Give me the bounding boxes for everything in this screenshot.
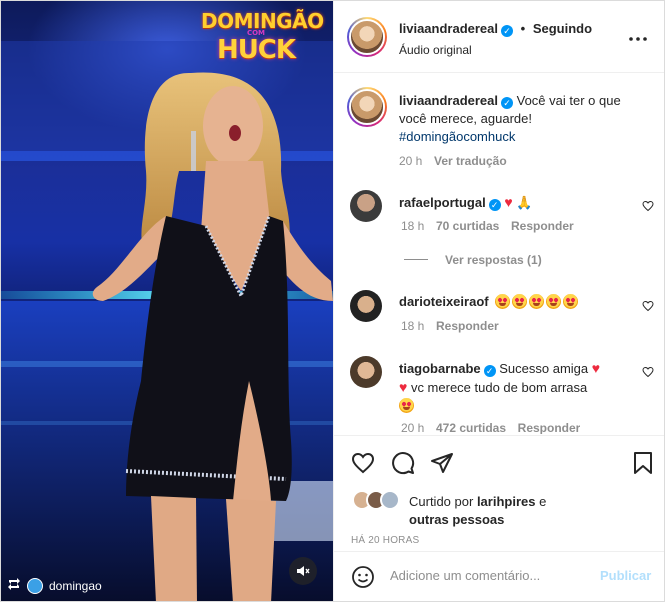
liked-by-prefix: Curtido por	[409, 494, 474, 509]
caption-hashtag[interactable]: #domingãocomhuck	[399, 129, 515, 144]
post-header: liviaandradereal ✓ • Seguindo Áudio origi…	[334, 1, 664, 73]
view-replies-button[interactable]: Ver respostas (1)	[445, 253, 542, 267]
reply-button[interactable]: Responder	[518, 421, 581, 434]
verified-badge-icon: ✓	[488, 199, 501, 211]
red-heart-emoji: ♥	[591, 360, 601, 376]
comment-username[interactable]: darioteixeiraof	[399, 294, 489, 309]
author-avatar[interactable]	[347, 17, 387, 57]
emoji-smiley-icon[interactable]	[351, 565, 375, 589]
share-paper-plane-icon[interactable]	[430, 451, 454, 475]
comment-3: tiagobarnabe ✓ Sucesso amiga ♥ ♥ vc merec…	[399, 359, 631, 415]
comment-text-part2: vc merece tudo de bom arrasa	[410, 380, 588, 395]
caption-username[interactable]: liviaandradereal	[399, 93, 498, 108]
comment-input[interactable]: Adicione um comentário...	[390, 568, 590, 583]
speaker-muted-icon	[297, 566, 310, 576]
show-logo: DOMINGÃO COM HUCK	[201, 9, 324, 65]
verified-badge-icon: ✓	[501, 25, 513, 37]
repost-attribution[interactable]: domingao	[7, 577, 102, 594]
more-options-icon[interactable]	[626, 29, 650, 49]
comment-1-meta: 18 h 70 curtidas Responder	[401, 218, 574, 233]
heart-eyes-emoji	[546, 294, 562, 309]
reply-button[interactable]: Responder	[436, 319, 499, 333]
comment-like-heart-icon[interactable]	[642, 200, 654, 212]
following-button[interactable]: Seguindo	[533, 21, 592, 36]
comment-3-meta: 20 h 472 curtidas Responder	[401, 420, 580, 434]
reply-button[interactable]: Responder	[511, 219, 574, 233]
repost-account: domingao	[49, 578, 102, 593]
comment-avatar-rafaelportugal[interactable]	[350, 190, 382, 222]
comment-icon[interactable]	[391, 451, 415, 475]
comment-2: darioteixeiraof	[399, 293, 580, 311]
comment-2-meta: 18 h Responder	[401, 318, 499, 333]
comment-time[interactable]: 18 h	[401, 319, 424, 333]
heart-outline-icon[interactable]	[351, 451, 375, 475]
comment-1: rafaelportugal ✓ ♥ 🙏	[399, 193, 532, 212]
comment-time[interactable]: 18 h	[401, 219, 424, 233]
comment-username[interactable]: rafaelportugal	[399, 195, 486, 210]
comment-username[interactable]: tiagobarnabe	[399, 361, 481, 376]
comment-likes[interactable]: 472 curtidas	[436, 421, 506, 434]
liked-by-user[interactable]: larihpires	[477, 494, 536, 509]
comment-likes[interactable]: 70 curtidas	[436, 219, 499, 233]
logo-line-1: DOMINGÃO	[201, 9, 324, 33]
post-timestamp[interactable]: HÁ 20 HORAS	[351, 535, 419, 546]
replies-line	[404, 259, 428, 260]
bookmark-icon[interactable]	[632, 451, 654, 475]
separator-dot: •	[520, 21, 526, 36]
publish-button[interactable]: Publicar	[600, 568, 651, 583]
video-frame-illustration	[1, 41, 333, 601]
post-details-panel: liviaandradereal ✓ • Seguindo Áudio origi…	[333, 1, 664, 601]
mute-button[interactable]	[289, 557, 317, 585]
red-heart-emoji: ♥	[399, 379, 408, 395]
red-heart-emoji: ♥	[504, 194, 513, 210]
comment-time[interactable]: 20 h	[401, 421, 424, 434]
heart-eyes-emoji	[399, 398, 414, 413]
liked-by-and: e	[539, 494, 547, 509]
liked-by-avatars	[352, 490, 406, 512]
comment-avatar-tiagobarnabe[interactable]	[350, 356, 382, 388]
liked-by-others[interactable]: outras pessoas	[409, 512, 504, 527]
comment-like-heart-icon[interactable]	[642, 366, 654, 378]
original-audio-link[interactable]: Áudio original	[399, 43, 472, 57]
verified-badge-icon: ✓	[501, 97, 513, 109]
caption-time[interactable]: 20 h	[399, 154, 422, 168]
logo-line-3: HUCK	[216, 35, 296, 65]
see-translation-button[interactable]: Ver tradução	[434, 154, 507, 168]
liked-by-text: Curtido por larihpires e outras pessoas	[409, 493, 546, 529]
repost-avatar	[27, 577, 43, 594]
instagram-post-dialog: DOMINGÃO COM HUCK domingao liviaandrader…	[0, 0, 665, 602]
verified-badge-icon: ✓	[483, 365, 496, 377]
comment-text-part1: Sucesso amiga	[499, 361, 589, 376]
comment-avatar-darioteixeiraof[interactable]	[350, 290, 382, 322]
author-username[interactable]: liviaandradereal	[399, 21, 498, 36]
comment-like-heart-icon[interactable]	[642, 300, 654, 312]
heart-eyes-emoji	[529, 294, 545, 309]
caption-author-avatar[interactable]	[347, 87, 387, 127]
add-comment-bar: Adicione um comentário... Publicar	[334, 551, 664, 601]
heart-eyes-emoji	[495, 294, 511, 309]
post-video[interactable]: DOMINGÃO COM HUCK domingao	[1, 1, 333, 601]
heart-eyes-emoji	[563, 294, 579, 309]
caption: liviaandradereal ✓ Você vai ter o que voc…	[399, 92, 649, 146]
heart-eyes-emoji	[512, 294, 528, 309]
repost-icon	[7, 577, 21, 594]
praying-hands-emoji: 🙏	[516, 195, 533, 210]
caption-meta: 20 h Ver tradução	[399, 153, 507, 168]
